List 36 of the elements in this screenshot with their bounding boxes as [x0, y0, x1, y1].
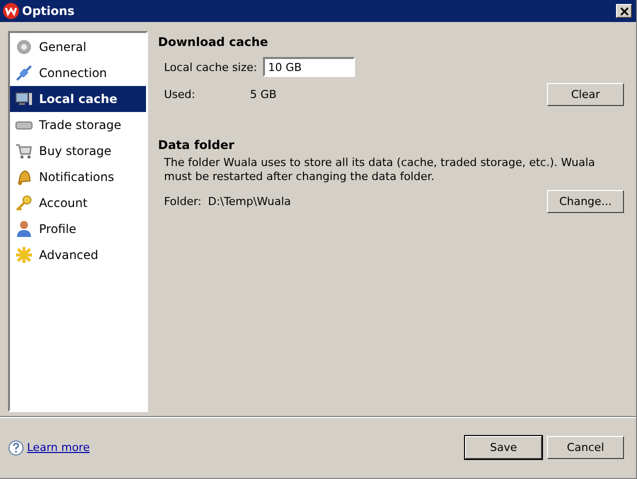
- gear-icon: [15, 38, 33, 56]
- clear-button[interactable]: Clear: [547, 83, 624, 106]
- section-heading: Data folder: [158, 138, 236, 152]
- field-label: Local cache size:: [164, 60, 258, 74]
- folder-path: D:\Temp\Wuala: [208, 195, 291, 208]
- change-button[interactable]: Change...: [547, 190, 624, 213]
- learn-more-link[interactable]: Learn more: [27, 441, 90, 454]
- window-title: Options: [22, 4, 76, 18]
- help-icon: [8, 440, 24, 456]
- bell-icon: [15, 168, 33, 186]
- used-label: Used:: [164, 88, 196, 101]
- sidebar-item[interactable]: Local cache: [10, 86, 146, 112]
- folder-label: Folder:: [164, 195, 203, 208]
- cart-icon: [15, 142, 33, 160]
- close-icon: [620, 6, 628, 16]
- logo-icon: [3, 3, 19, 19]
- asterisk-icon: [15, 246, 33, 264]
- connector-icon: [15, 64, 33, 82]
- sidebar-item[interactable]: Notifications: [10, 164, 146, 190]
- cancel-button[interactable]: Cancel: [547, 436, 624, 459]
- key-icon: [15, 194, 33, 212]
- section-heading: Download cache: [158, 35, 270, 49]
- sidebar-item[interactable]: Connection: [10, 60, 146, 86]
- cache-size-field[interactable]: 10 GB: [263, 57, 356, 77]
- sidebar-item[interactable]: Trade storage: [10, 112, 146, 138]
- person-icon: [15, 220, 33, 238]
- sidebar-item[interactable]: Advanced: [10, 242, 146, 268]
- sidebar-item[interactable]: Profile: [10, 216, 146, 242]
- used-value: 5 GB: [250, 88, 277, 101]
- save-button[interactable]: Save: [465, 436, 542, 459]
- monitor-icon: [15, 90, 33, 108]
- sidebar-item[interactable]: General: [10, 34, 146, 60]
- sidebar-item[interactable]: Buy storage: [10, 138, 146, 164]
- close-button[interactable]: [616, 4, 632, 18]
- sidebar-item[interactable]: Account: [10, 190, 146, 216]
- description-text: The folder Wuala uses to store all its data (cache, traded storage, etc.). Wuala must be restarted after changing the data folder.: [163, 156, 596, 184]
